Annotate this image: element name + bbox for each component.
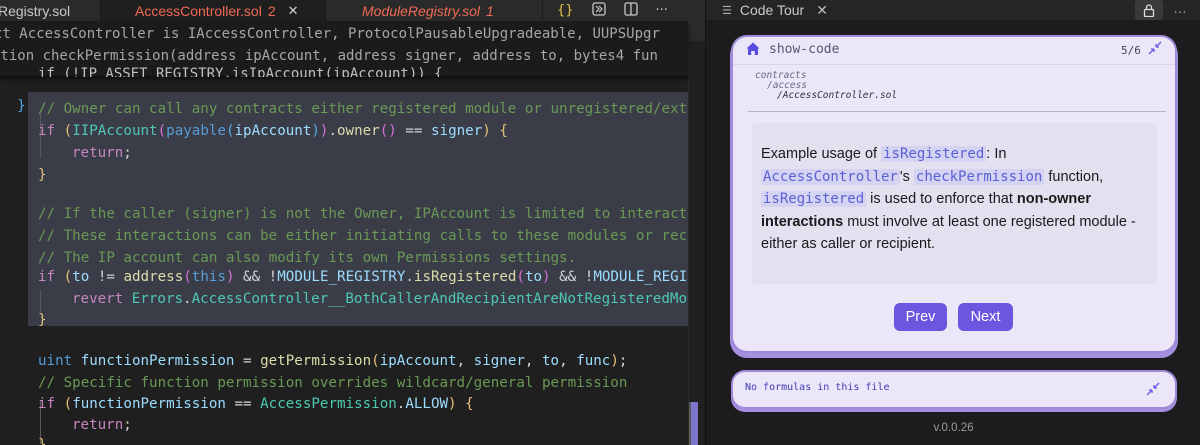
code-reference[interactable]: checkPermission [913,168,1045,185]
editor-tab-bar: Registry.sol AccessController.sol 2 ✕ Mo… [0,0,705,21]
lock-icon[interactable] [1135,0,1163,20]
more-icon[interactable]: … [1173,0,1187,16]
home-icon[interactable] [745,41,761,57]
tab-registry[interactable]: Registry.sol [0,0,101,21]
code-line: if (IIPAccount(payable(ipAccount)).owner… [38,123,508,139]
list-icon: ☰ [722,4,732,17]
code-line: if (to != address(this) && !MODULE_REGIS… [38,269,705,285]
code-tour-panel: ☰ Code Tour ✕ … show-code 5/6 contracts … [705,0,1200,445]
code-line: uint functionPermission = getPermission(… [38,353,628,369]
scrollbar-marker [689,21,705,41]
scrollbar-thumb[interactable] [689,402,691,445]
code-line: return; [72,417,132,433]
breadcrumb-segment: /AccessController.sol [777,90,898,101]
sticky-line[interactable]: ct AccessController is IAccessController… [0,24,660,45]
code-reference[interactable]: isRegistered [761,191,867,207]
card-header: show-code 5/6 [733,37,1175,64]
code-reference[interactable]: AccessController [761,168,900,185]
code-reference[interactable]: isRegistered [881,146,987,162]
file-breadcrumb[interactable]: contracts /access /AccessController.sol [755,71,897,101]
split-editor-icon[interactable] [623,1,638,20]
text: Example usage of [761,146,882,162]
text: 's [899,168,914,185]
sticky-scroll[interactable]: ct AccessController is IAccessController… [0,21,688,77]
code-editor[interactable]: } // Owner can call any contracts either… [0,0,705,445]
code-line: } [38,437,47,445]
editor-actions: {} ··· [543,0,705,21]
sticky-line[interactable]: ction checkPermission(address ipAccount,… [0,46,658,67]
tab-label: AccessController.sol [135,2,262,19]
code-line: // Specific function permission override… [38,375,628,391]
version-label: v.0.0.26 [933,422,974,434]
text: function, [1044,168,1104,185]
step-title: show-code [769,42,840,57]
code-line: } [38,167,47,183]
collapse-icon[interactable] [1146,382,1160,396]
formulas-card: No formulas in this file [733,372,1175,407]
tab-label: ModuleRegistry.sol [362,2,481,19]
code-line: if (functionPermission == AccessPermissi… [38,396,474,412]
code-line: } [38,312,47,328]
more-actions-icon[interactable]: ··· [656,3,668,18]
code-line: return; [72,145,132,161]
code-line: // If the caller (signer) is not the Own… [38,206,705,222]
divider [733,64,1175,65]
code-line: // These interactions can be either init… [38,228,705,244]
prev-button[interactable]: Prev [894,303,947,331]
step-description-box: Example usage of isRegistered: In Access… [752,123,1157,284]
panel-titlebar: ☰ Code Tour ✕ … [706,0,1200,20]
tab-label: Registry.sol [0,2,71,19]
close-icon[interactable]: ✕ [816,2,828,19]
sticky-line[interactable]: if (!IP_ASSET_REGISTRY.isIpAccount(ipAcc… [38,67,443,77]
close-icon[interactable]: ✕ [288,3,299,19]
code-line: revert Errors.AccessController__BothCall… [72,291,705,307]
next-button[interactable]: Next [958,303,1013,331]
text: : In [986,146,1007,162]
editor-scrollbar[interactable] [688,21,705,445]
code-line: } [17,98,26,114]
problem-count: 2 [267,2,276,19]
panel-title: Code Tour [739,2,805,18]
tab-module-registry[interactable]: ModuleRegistry.sol 1 [326,0,543,21]
open-changes-icon[interactable] [591,1,606,20]
collapse-icon[interactable] [1148,41,1162,55]
step-counter: 5/6 [1121,44,1141,57]
code-line: // Owner can call any contracts either r… [38,101,705,117]
formulas-status: No formulas in this file [745,382,890,393]
text: is used to enforce that [866,191,1017,207]
tab-access-controller[interactable]: AccessController.sol 2 ✕ [101,0,326,21]
step-description: Example usage of isRegistered: In Access… [761,143,1153,256]
problem-count: 1 [486,2,494,19]
tour-step-card: show-code 5/6 contracts /access /AccessC… [733,37,1175,351]
braces-icon[interactable]: {} [557,3,574,18]
scrollbar-marker [691,402,698,445]
divider [748,111,1166,112]
